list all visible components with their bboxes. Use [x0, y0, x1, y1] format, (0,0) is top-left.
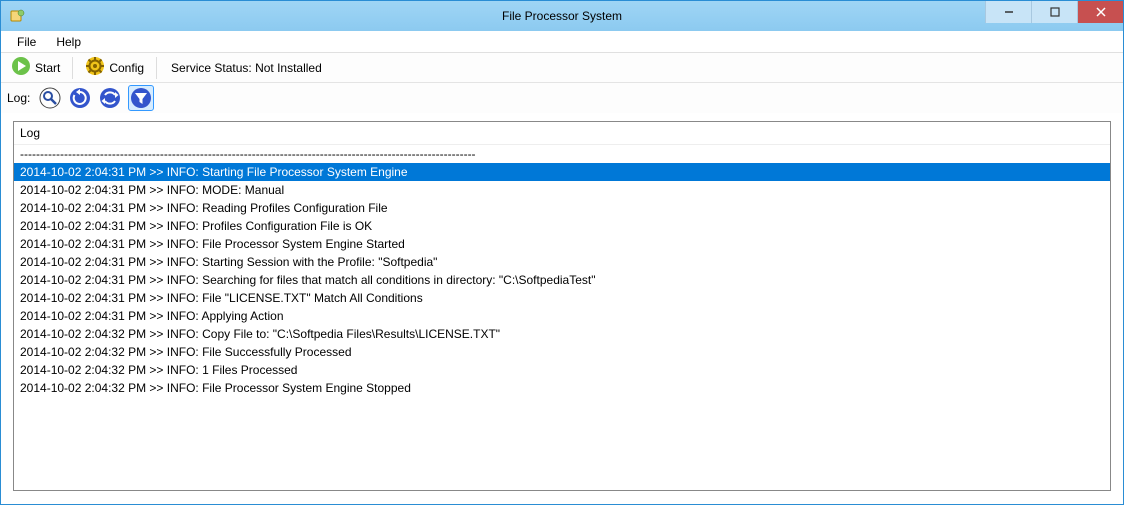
log-row[interactable]: 2014-10-02 2:04:32 PM >> INFO: File Proc… — [14, 379, 1110, 397]
log-toolbar: Log: — [1, 83, 1123, 113]
log-reload-button[interactable] — [98, 86, 122, 110]
config-label: Config — [109, 61, 144, 75]
log-row[interactable]: 2014-10-02 2:04:31 PM >> INFO: Profiles … — [14, 217, 1110, 235]
separator — [156, 57, 157, 79]
log-row[interactable]: 2014-10-02 2:04:31 PM >> INFO: Starting … — [14, 253, 1110, 271]
config-button[interactable]: Config — [79, 54, 150, 81]
menu-file[interactable]: File — [7, 33, 46, 51]
log-panel: Log ------------------------------------… — [13, 121, 1111, 491]
log-separator-row[interactable]: ----------------------------------------… — [14, 145, 1110, 163]
log-label: Log: — [7, 91, 30, 105]
log-list[interactable]: ----------------------------------------… — [14, 145, 1110, 489]
log-row[interactable]: 2014-10-02 2:04:31 PM >> INFO: File "LIC… — [14, 289, 1110, 307]
titlebar[interactable]: File Processor System — [1, 1, 1123, 31]
menu-help[interactable]: Help — [46, 33, 91, 51]
gear-icon — [85, 56, 105, 79]
play-icon — [11, 56, 31, 79]
separator — [72, 57, 73, 79]
log-row[interactable]: 2014-10-02 2:04:32 PM >> INFO: Copy File… — [14, 325, 1110, 343]
log-row[interactable]: 2014-10-02 2:04:32 PM >> INFO: 1 Files P… — [14, 361, 1110, 379]
menubar: File Help — [1, 31, 1123, 53]
toolbar: Start Config Service Status: Not Install… — [1, 53, 1123, 83]
minimize-button[interactable] — [985, 1, 1031, 23]
log-row[interactable]: 2014-10-02 2:04:32 PM >> INFO: File Succ… — [14, 343, 1110, 361]
service-status: Service Status: Not Installed — [163, 59, 330, 77]
start-button[interactable]: Start — [5, 54, 66, 81]
log-row[interactable]: 2014-10-02 2:04:31 PM >> INFO: Starting … — [14, 163, 1110, 181]
start-label: Start — [35, 61, 60, 75]
log-refresh-button[interactable] — [68, 86, 92, 110]
log-row[interactable]: 2014-10-02 2:04:31 PM >> INFO: Reading P… — [14, 199, 1110, 217]
log-row[interactable]: 2014-10-02 2:04:31 PM >> INFO: Searching… — [14, 271, 1110, 289]
window-title: File Processor System — [1, 9, 1123, 23]
app-icon — [9, 8, 25, 24]
log-search-button[interactable] — [38, 86, 62, 110]
log-column-header[interactable]: Log — [14, 122, 1110, 145]
close-button[interactable] — [1077, 1, 1123, 23]
maximize-button[interactable] — [1031, 1, 1077, 23]
log-row[interactable]: 2014-10-02 2:04:31 PM >> INFO: Applying … — [14, 307, 1110, 325]
log-row[interactable]: 2014-10-02 2:04:31 PM >> INFO: File Proc… — [14, 235, 1110, 253]
log-row[interactable]: 2014-10-02 2:04:31 PM >> INFO: MODE: Man… — [14, 181, 1110, 199]
log-filter-button[interactable] — [128, 85, 154, 111]
